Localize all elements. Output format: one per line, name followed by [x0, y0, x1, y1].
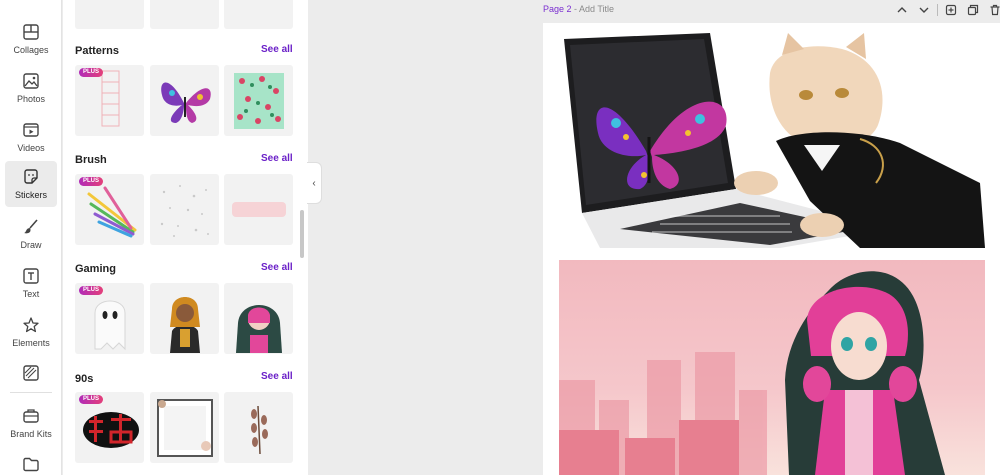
sticker-thumb[interactable]: [150, 392, 219, 463]
rail-label: Brand Kits: [10, 429, 52, 439]
rail-item-text[interactable]: Text: [5, 260, 57, 306]
rail-label: Stickers: [14, 190, 47, 200]
plus-badge: PLUS: [79, 68, 104, 77]
sticker-thumb[interactable]: [150, 0, 219, 29]
see-all-90s-link[interactable]: See all: [261, 371, 293, 382]
section-title-patterns: Patterns: [75, 45, 120, 57]
trash-icon: [990, 4, 1000, 16]
rail-divider: [10, 392, 52, 393]
page-label: Page 2: [543, 4, 572, 14]
page-title-separator: -: [571, 4, 580, 14]
chevron-left-icon: ‹: [312, 177, 316, 189]
rail-item-photos[interactable]: Photos: [5, 65, 57, 111]
section-title-gaming: Gaming: [75, 263, 116, 275]
butterfly-sticker: [161, 82, 211, 123]
berry-pattern-sticker: [234, 73, 284, 129]
rail-item-brand-kits[interactable]: Brand Kits: [5, 400, 57, 446]
app-window: Collages Photos Videos Stickers Draw Tex…: [0, 0, 1000, 475]
page-title-input[interactable]: Add Title: [579, 4, 614, 14]
sticker-thumb[interactable]: [75, 0, 144, 29]
sticker-thumb[interactable]: PLUS: [75, 283, 144, 354]
stickers-panel: Patterns See all PLUS Brush See all PLUS…: [63, 0, 308, 475]
page-toolbar: [893, 2, 1000, 18]
pink-brush-stroke-sticker: [232, 202, 286, 217]
rail-label: Photos: [16, 94, 46, 104]
text-icon: [23, 268, 39, 284]
sticker-thumb[interactable]: [150, 65, 219, 136]
sticker-thumb[interactable]: [224, 0, 293, 29]
rail-item-stickers[interactable]: Stickers: [5, 161, 57, 207]
toolbar-divider: [937, 4, 938, 16]
sparkle-brush-sticker: [160, 185, 209, 237]
rail-item-elements[interactable]: Elements: [5, 309, 57, 355]
sticker-thumb[interactable]: [224, 174, 293, 245]
see-all-gaming-link[interactable]: See all: [261, 262, 293, 273]
rail-item-videos[interactable]: Videos: [5, 114, 57, 160]
move-page-up-button[interactable]: [893, 2, 911, 18]
rail-label: Draw: [20, 240, 42, 250]
plus-badge: PLUS: [79, 395, 104, 404]
hooded-girl-sticker: [236, 305, 282, 353]
duplicate-icon: [967, 4, 979, 16]
sticker-thumb[interactable]: PLUS: [75, 174, 144, 245]
anime-girl-city-photo[interactable]: [559, 260, 985, 475]
chevron-up-icon: [897, 7, 907, 13]
sticker-thumb[interactable]: PLUS: [75, 392, 144, 463]
sticker-thumb[interactable]: [224, 392, 293, 463]
warrior-character-sticker: [170, 297, 200, 353]
rail-label: Text: [22, 289, 40, 299]
delete-page-button[interactable]: [986, 2, 1000, 18]
sticker-thumb[interactable]: [224, 65, 293, 136]
move-page-down-button[interactable]: [915, 2, 933, 18]
image-icon: [23, 73, 39, 89]
briefcase-icon: [23, 409, 39, 423]
floral-frame-sticker: [157, 399, 213, 457]
plus-badge: PLUS: [79, 286, 104, 295]
collapse-panel-button[interactable]: ‹: [307, 162, 322, 204]
rail-item-collages[interactable]: Collages: [5, 16, 57, 62]
section-title-brush: Brush: [75, 154, 107, 166]
see-all-brush-link[interactable]: See all: [261, 153, 293, 164]
sticker-thumb[interactable]: [150, 283, 219, 354]
page-header: Page 2 - Add Title: [543, 4, 614, 14]
add-page-button[interactable]: [942, 2, 960, 18]
duplicate-page-button[interactable]: [964, 2, 982, 18]
plus-badge: PLUS: [79, 177, 104, 186]
rail-item-draw[interactable]: Draw: [5, 211, 57, 257]
hatch-icon: [23, 365, 39, 381]
rail-label: Elements: [12, 338, 50, 348]
rail-label: Videos: [17, 143, 45, 153]
brush-icon: [24, 219, 38, 234]
dried-flower-sticker: [251, 405, 268, 455]
star-icon: [23, 317, 39, 333]
cat-laptop-butterfly-photo[interactable]: [560, 33, 985, 248]
chevron-down-icon: [919, 7, 929, 13]
rail-label: Collages: [13, 45, 49, 55]
collage-icon: [23, 24, 39, 40]
section-title-90s: 90s: [75, 373, 94, 385]
panel-scrollbar[interactable]: [300, 210, 304, 258]
left-rail: Collages Photos Videos Stickers Draw Tex…: [0, 0, 62, 475]
rail-item-partial[interactable]: [5, 0, 57, 16]
sticker-thumb[interactable]: [224, 283, 293, 354]
design-page[interactable]: [543, 23, 1000, 475]
video-icon: [23, 123, 39, 137]
rail-item-folder[interactable]: [5, 448, 57, 475]
folder-icon: [23, 457, 39, 472]
rail-item-pattern[interactable]: [5, 357, 57, 387]
add-page-icon: [945, 4, 957, 16]
anime-girl-illustration: [559, 271, 945, 475]
sticker-thumb[interactable]: [150, 174, 219, 245]
sticker-icon: [24, 169, 38, 184]
see-all-patterns-link[interactable]: See all: [261, 44, 293, 55]
sticker-thumb[interactable]: PLUS: [75, 65, 144, 136]
